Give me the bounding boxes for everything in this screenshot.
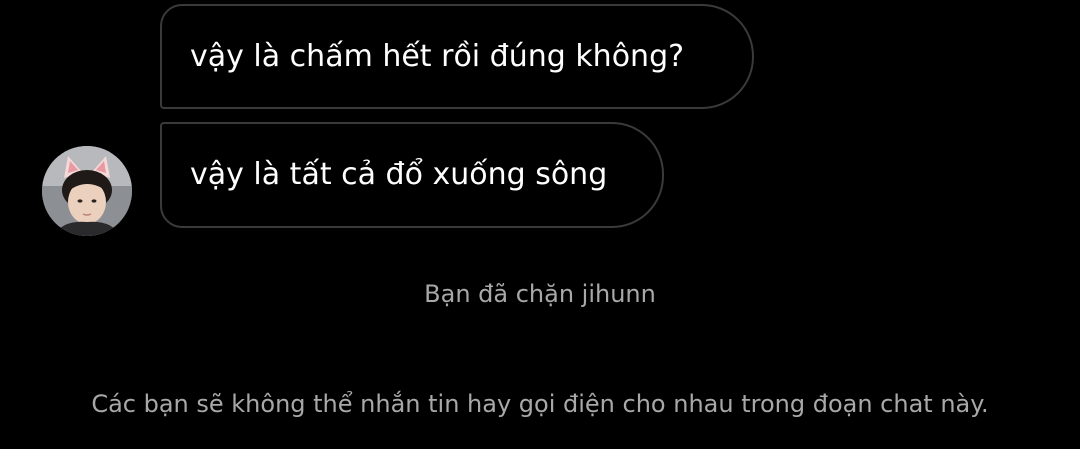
user-avatar-photo-icon: [42, 146, 132, 236]
message-text-2: vậy là tất cả đổ xuống sông: [190, 157, 608, 192]
message-bubble-2[interactable]: vậy là tất cả đổ xuống sông: [160, 122, 664, 228]
blocked-description: Các bạn sẽ không thể nhắn tin hay gọi đi…: [91, 390, 989, 418]
blocked-notice: Bạn đã chặn jihunn: [424, 280, 656, 308]
message-text-1: vậy là chấm hết rồi đúng không?: [190, 38, 685, 74]
message-bubble-1[interactable]: vậy là chấm hết rồi đúng không?: [160, 4, 754, 109]
sender-avatar[interactable]: [42, 146, 132, 236]
